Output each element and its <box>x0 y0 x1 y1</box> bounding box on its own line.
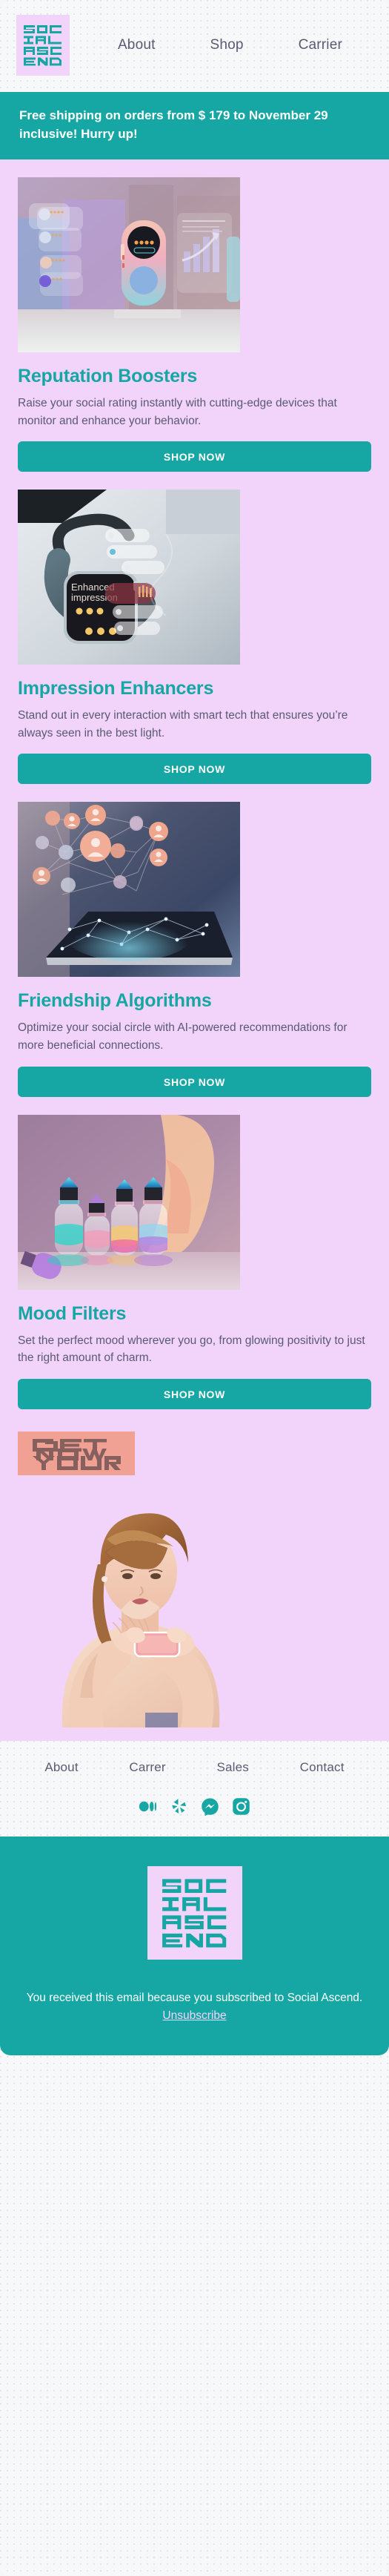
product-title: Reputation Boosters <box>18 366 198 387</box>
footer-legal-text: You received this email because you subs… <box>26 1991 363 2004</box>
hero-photo-block <box>0 1465 389 1727</box>
header-nav: About Shop Carrier <box>70 37 373 53</box>
product-section-friendship-algorithms: Friendship Algorithms Optimize your soci… <box>0 784 389 1097</box>
product-description: Stand out in every interaction with smar… <box>18 709 348 739</box>
email-footer: You received this email because you subs… <box>0 1836 389 2055</box>
product-description: Optimize your social circle with AI-powe… <box>18 1021 348 1053</box>
brand-logo[interactable] <box>16 15 70 76</box>
tablet-social-network-graph-photo <box>18 802 240 978</box>
facebook-messenger-icon[interactable] <box>201 1797 219 1816</box>
nav-link-shop[interactable]: Shop <box>210 37 243 53</box>
shop-now-button[interactable]: SHOP NOW <box>18 1066 371 1097</box>
woman-holding-pink-phone-photo <box>18 1475 273 1727</box>
product-title: Friendship Algorithms <box>18 990 212 1012</box>
shop-now-button[interactable]: SHOP NOW <box>18 1378 371 1409</box>
promo-banner: Free shipping on orders from $ 179 to No… <box>0 92 389 160</box>
footer-link-about[interactable]: About <box>44 1760 78 1775</box>
content-area: Reputation Boosters Raise your social ra… <box>0 159 389 1837</box>
shop-now-button[interactable]: SHOP NOW <box>18 754 371 785</box>
email-header: About Shop Carrier <box>0 0 389 92</box>
iridescent-mood-filter-bottles-photo <box>18 1114 240 1290</box>
product-description: Raise your social rating instantly with … <box>18 397 337 427</box>
unsubscribe-link[interactable]: Unsubscribe <box>162 2009 226 2023</box>
shop-now-button[interactable]: SHOP NOW <box>18 441 371 472</box>
get-yours-now-line3 <box>36 1448 107 1460</box>
product-section-mood-filters: Mood Filters Set the perfect mood wherev… <box>0 1097 389 1409</box>
footer-link-carrer[interactable]: Carrer <box>129 1760 165 1775</box>
footer-link-sales[interactable]: Sales <box>216 1760 249 1775</box>
footer-brand-logo-mark <box>162 1879 226 1948</box>
product-title: Mood Filters <box>18 1302 127 1324</box>
reputation-booster-device-photo <box>18 177 240 353</box>
nav-link-about[interactable]: About <box>118 37 156 53</box>
yelp-icon[interactable] <box>170 1797 188 1816</box>
product-section-impression-enhancers: Enhanced impression Impression Enhancers… <box>0 472 389 785</box>
footer-brand-logo[interactable] <box>147 1865 242 1960</box>
medium-icon[interactable] <box>139 1797 157 1816</box>
cta-banner-block <box>0 1409 389 1478</box>
footer-nav-section: About Carrer Sales Contact <box>0 1740 389 1837</box>
nav-link-carrier[interactable]: Carrier <box>299 37 342 53</box>
product-section-reputation-boosters: Reputation Boosters Raise your social ra… <box>0 159 389 472</box>
email-root: About Shop Carrier Free shipping on orde… <box>0 0 389 2576</box>
footer-link-contact[interactable]: Contact <box>300 1760 345 1775</box>
footer-nav: About Carrer Sales Contact <box>0 1760 389 1775</box>
smartwatch-enhanced-impression-photo: Enhanced impression <box>18 490 240 665</box>
social-links <box>0 1797 389 1816</box>
product-description: Set the perfect mood wherever you go, fr… <box>18 1334 365 1365</box>
product-title: Impression Enhancers <box>18 678 214 699</box>
instagram-icon[interactable] <box>232 1797 250 1816</box>
brand-logo-mark <box>24 25 61 66</box>
